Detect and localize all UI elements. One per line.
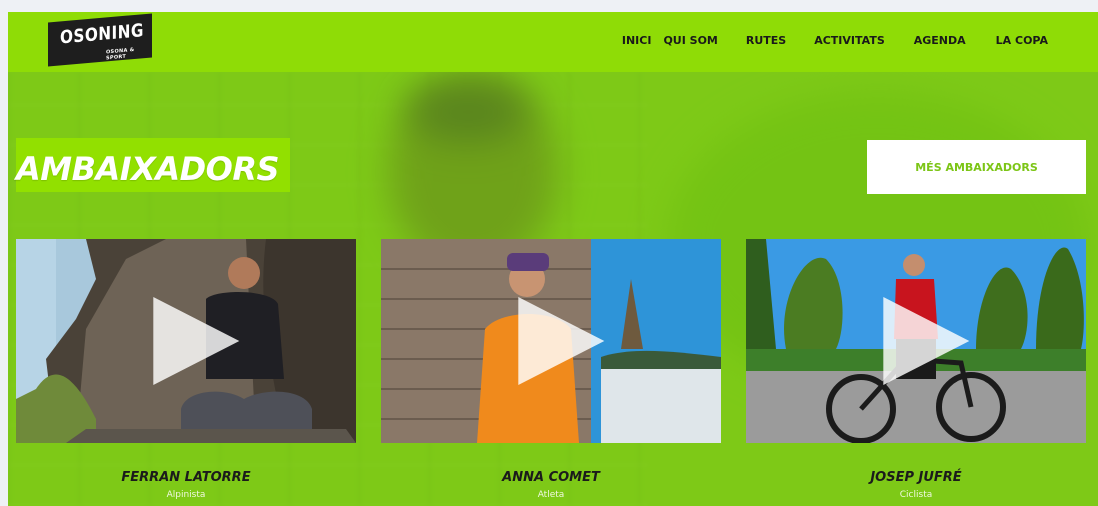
- page-frame: OSONING OSONA & SPORT INICI QUI SOM RUTE…: [8, 12, 1098, 506]
- video-card-josep-jufre[interactable]: [746, 239, 1086, 443]
- nav-item-qui-som[interactable]: QUI SOM: [663, 34, 717, 47]
- section-title: AMBAIXADORS: [16, 150, 280, 188]
- video-card-ferran-latorre[interactable]: [16, 239, 356, 443]
- ambassador-role: Alpinista: [166, 490, 206, 500]
- ambassador-role: Ciclista: [899, 490, 933, 500]
- nav-item-rutes[interactable]: RUTES: [746, 34, 786, 47]
- nav-item-inici[interactable]: INICI: [622, 34, 652, 47]
- play-icon[interactable]: [518, 297, 605, 385]
- ambassador-name: FERRAN LATORRE: [121, 470, 251, 485]
- ambassador-name: JOSEP JUFRÉ: [870, 470, 962, 485]
- osoning-logo[interactable]: OSONING OSONA & SPORT: [48, 13, 152, 67]
- site-header: OSONING OSONA & SPORT INICI QUI SOM RUTE…: [8, 12, 1098, 72]
- play-icon[interactable]: [153, 297, 240, 385]
- ambassador-name: ANNA COMET: [502, 470, 600, 485]
- more-ambassadors-button[interactable]: MÉS AMBAIXADORS: [867, 140, 1086, 194]
- ambassador-role: Atleta: [537, 490, 565, 500]
- video-card-anna-comet[interactable]: [381, 239, 721, 443]
- nav-item-activitats[interactable]: ACTIVITATS: [814, 34, 885, 47]
- nav-item-agenda[interactable]: AGENDA: [914, 34, 966, 47]
- play-icon[interactable]: [883, 297, 970, 385]
- logo-text: OSONING: [60, 20, 144, 49]
- nav-item-la-copa[interactable]: LA COPA: [996, 34, 1048, 47]
- logo-tagline: OSONA & SPORT: [106, 46, 135, 62]
- main-nav: INICI QUI SOM RUTES ACTIVITATS AGENDA LA…: [622, 34, 1048, 47]
